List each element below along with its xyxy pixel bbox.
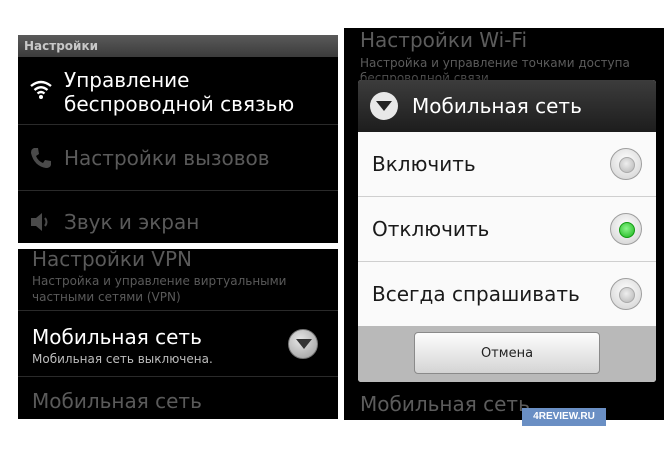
mobile-network-item[interactable]: Мобильная сеть Мобильная сеть выключена. (18, 311, 338, 377)
settings-panel: Настройки Управление беспроводной связью… (18, 35, 338, 243)
mobile-network-title: Мобильная сеть (32, 325, 202, 349)
option-enable[interactable]: Включить (358, 132, 656, 197)
mobile-network-item-2[interactable]: Мобильная сеть (18, 377, 338, 419)
settings-item-label: Звук и экран (64, 210, 200, 234)
watermark: 4REVIEW.RU (522, 408, 606, 426)
settings-item-label: Настройки вызовов (64, 146, 270, 170)
radio-button-selected[interactable] (610, 213, 642, 245)
vpn-settings-item[interactable]: Настройки VPN Настройка и управление вир… (18, 249, 338, 311)
wifi-settings-subtitle-line1: Настройка и управление точками доступа (360, 56, 630, 70)
mobile-network-status: Мобильная сеть выключена. (32, 352, 213, 366)
dialog-footer: Отмена (358, 326, 656, 382)
settings-item-calls[interactable]: Настройки вызовов (18, 125, 338, 191)
mobile-network-dialog-screen: Настройки Wi-Fi Настройка и управление т… (344, 28, 664, 420)
vpn-title: Настройки VPN (32, 249, 193, 271)
dialog-header: Мобильная сеть (358, 80, 656, 132)
radio-button[interactable] (610, 278, 642, 310)
wifi-icon (30, 80, 52, 99)
radio-button[interactable] (610, 148, 642, 180)
settings-item-label-line1: Управление (64, 68, 190, 92)
dropdown-icon[interactable] (288, 329, 318, 359)
dialog-title: Мобильная сеть (412, 94, 582, 118)
option-disable[interactable]: Отключить (358, 197, 656, 262)
vpn-subtitle-line1: Настройка и управление виртуальными (32, 274, 287, 288)
mobile-network-dialog: Мобильная сеть Включить Отключить Всегда… (358, 80, 656, 382)
option-label: Включить (372, 152, 476, 176)
wifi-settings-title: Настройки Wi-Fi (360, 28, 528, 52)
mobile-network-title-2: Мобильная сеть (32, 389, 202, 413)
speaker-icon (31, 213, 48, 231)
settings-item-label-line2: беспроводной связью (64, 92, 295, 116)
option-always-ask[interactable]: Всегда спрашивать (358, 262, 656, 327)
settings-item-sound[interactable]: Звук и экран (18, 191, 338, 243)
mobile-network-background-title: Мобильная сеть (360, 392, 530, 416)
vpn-subtitle-line2: частными сетями (VPN) (32, 290, 181, 304)
option-label: Отключить (372, 217, 490, 241)
settings-item-wireless[interactable]: Управление беспроводной связью (18, 57, 338, 125)
phone-icon (31, 148, 51, 168)
dropdown-icon (370, 92, 398, 120)
option-label: Всегда спрашивать (372, 282, 580, 306)
cancel-button[interactable]: Отмена (414, 332, 600, 374)
wireless-settings-panel: Настройки VPN Настройка и управление вир… (18, 249, 338, 419)
settings-title-bar: Настройки (18, 35, 338, 57)
